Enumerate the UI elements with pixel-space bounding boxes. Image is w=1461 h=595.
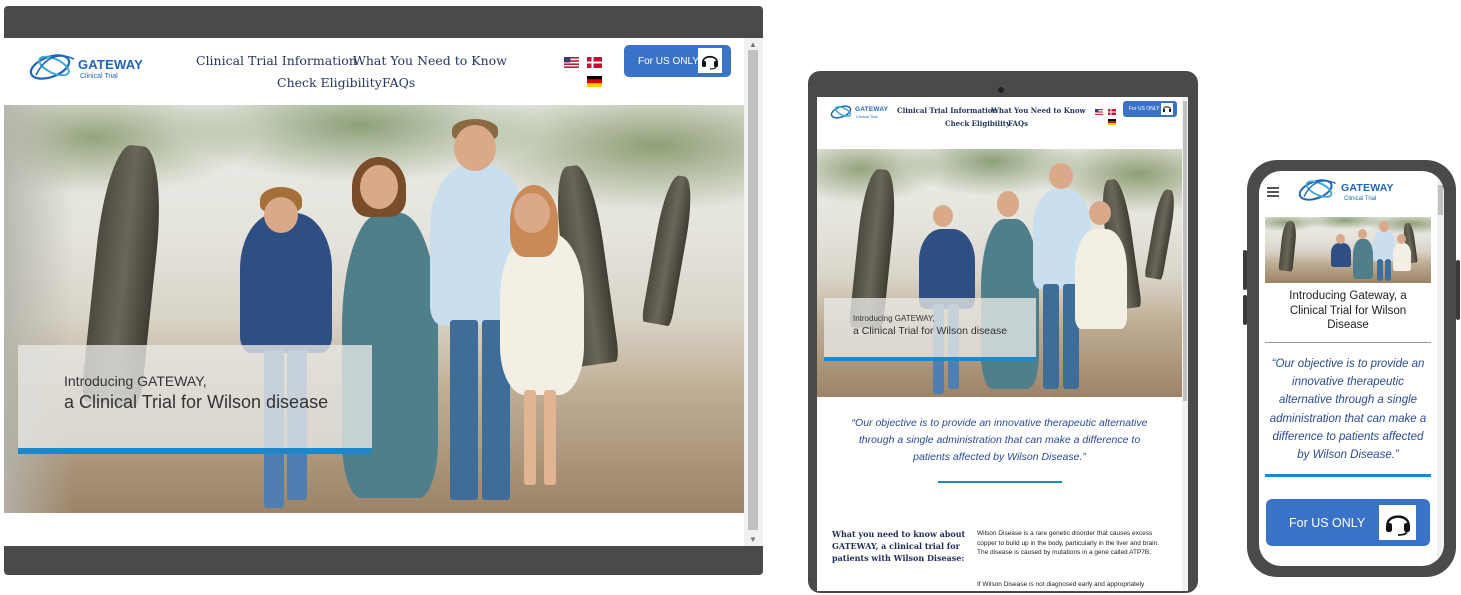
hero-accent-bar: [824, 357, 1036, 361]
nav-what-you-need-to-know[interactable]: What You Need to Know: [991, 106, 1086, 115]
hero-overlay: Introducing GATEWAY, a Clinical Trial fo…: [18, 345, 372, 454]
germany-flag-icon[interactable]: [587, 76, 602, 87]
brand-name: GATEWAY: [1341, 182, 1394, 194]
nav-clinical-trial-information[interactable]: Clinical Trial Information: [897, 106, 998, 115]
tablet-logo[interactable]: GATEWAY Clinical Trial: [829, 103, 889, 123]
hero-image: Introducing GATEWAY, a Clinical Trial fo…: [4, 105, 744, 513]
brand-subtitle: Clinical Trial: [1344, 196, 1377, 202]
gateway-logo-icon: [830, 105, 852, 119]
mobile-title-divider: [1265, 342, 1431, 343]
info-heading: What you need to know about GATEWAY, a c…: [832, 529, 966, 563]
tablet-screen: GATEWAY Clinical Trial Clinical Trial In…: [817, 97, 1188, 591]
cta-label: For US ONLY: [1129, 106, 1160, 112]
site-header: GATEWAY Clinical Trial Clinical Trial In…: [4, 38, 744, 105]
objective-quote: “Our objective is to provide an innovati…: [1269, 358, 1427, 462]
brand-subtitle: Clinical Trial: [80, 73, 118, 80]
cta-label: For US ONLY: [638, 55, 699, 67]
us-flag-icon[interactable]: [564, 57, 579, 68]
objective-quote: “Our objective is to provide an innovati…: [851, 417, 1148, 463]
gateway-logo-icon: [29, 54, 75, 80]
nav-faqs[interactable]: FAQs: [1008, 119, 1028, 128]
headset-icon: [1161, 103, 1173, 115]
for-us-only-button[interactable]: For US ONLY: [1123, 101, 1177, 117]
hero-intro-line: Introducing GATEWAY,: [853, 314, 935, 323]
denmark-flag-icon[interactable]: [587, 57, 602, 68]
tablet-scrollbar[interactable]: [1182, 97, 1188, 591]
info-paragraph-2: If Wilson Disease is not diagnosed early…: [977, 581, 1145, 588]
nav-clinical-trial-information[interactable]: Clinical Trial Information: [196, 53, 357, 68]
hero-title-line: a Clinical Trial for Wilson disease: [853, 325, 1008, 337]
phone-side-button: [1456, 260, 1460, 320]
for-us-only-button[interactable]: For US ONLY: [1266, 499, 1430, 546]
nav-check-eligibility[interactable]: Check Eligibility: [945, 119, 1010, 128]
desktop-mockup: GATEWAY Clinical Trial Clinical Trial In…: [4, 6, 763, 575]
hero-title-line: a Clinical Trial for Wilson disease: [64, 392, 329, 412]
desktop-screen: GATEWAY Clinical Trial Clinical Trial In…: [4, 38, 763, 546]
mobile-logo[interactable]: GATEWAY Clinical Trial: [1295, 175, 1395, 205]
brand-subtitle: Clinical Trial: [856, 114, 878, 119]
brand-name: GATEWAY: [855, 106, 889, 113]
hamburger-menu-icon[interactable]: [1267, 187, 1279, 197]
brand-name: GATEWAY: [78, 57, 143, 72]
headset-icon: [1379, 505, 1416, 540]
mobile-hero-image: [1265, 217, 1431, 283]
hero-image: Introducing GATEWAY, a Clinical Trial fo…: [817, 149, 1182, 397]
phone-scrollbar[interactable]: [1437, 171, 1444, 566]
phone-screen: GATEWAY Clinical Trial Introducing Gatew…: [1259, 171, 1444, 566]
germany-flag-icon[interactable]: [1108, 119, 1116, 125]
headset-icon: [698, 48, 722, 73]
tablet-scrollbar-thumb[interactable]: [1183, 101, 1187, 401]
hero-accent-bar: [18, 448, 372, 454]
tablet-camera: [998, 87, 1004, 93]
denmark-flag-icon[interactable]: [1108, 109, 1116, 115]
gateway-logo-icon: [1298, 179, 1336, 201]
phone-mockup: GATEWAY Clinical Trial Introducing Gatew…: [1243, 160, 1460, 577]
nav-what-you-need-to-know[interactable]: What You Need to Know: [353, 53, 507, 68]
phone-side-button: [1243, 250, 1247, 290]
site-logo[interactable]: GATEWAY Clinical Trial: [26, 49, 146, 85]
phone-side-button: [1243, 295, 1247, 325]
nav-check-eligibility[interactable]: Check Eligibility: [277, 75, 382, 90]
quote-divider: [1265, 474, 1431, 477]
desktop-scrollbar-thumb[interactable]: [748, 50, 758, 530]
phone-scrollbar-thumb[interactable]: [1438, 185, 1443, 215]
hero-overlay: Introducing GATEWAY, a Clinical Trial fo…: [824, 298, 1036, 361]
nav-faqs[interactable]: FAQs: [382, 75, 415, 90]
quote-divider: [938, 481, 1062, 483]
us-flag-icon[interactable]: [1095, 109, 1103, 115]
cta-label: For US ONLY: [1289, 515, 1366, 530]
info-paragraph-1: Wilson Disease is a rare genetic disorde…: [977, 530, 1159, 556]
tablet-mockup: GATEWAY Clinical Trial Clinical Trial In…: [808, 71, 1198, 593]
hero-intro-line: Introducing GATEWAY,: [64, 373, 207, 389]
for-us-only-button[interactable]: For US ONLY: [624, 45, 731, 77]
desktop-scrollbar[interactable]: ▲ ▼: [744, 38, 763, 546]
mobile-hero-title: Introducing Gateway, a Clinical Trial fo…: [1289, 290, 1407, 331]
